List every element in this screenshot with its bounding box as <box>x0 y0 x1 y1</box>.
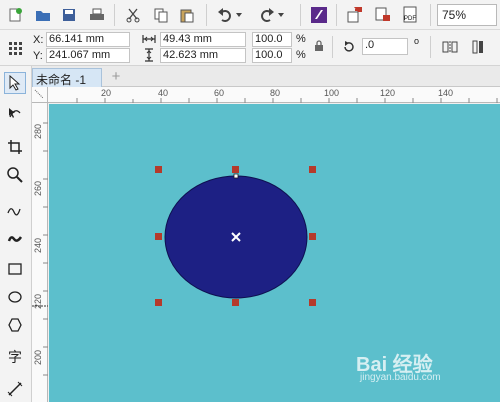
drawing-canvas[interactable]: Bai 经验 jingyan.baidu.com <box>49 104 500 402</box>
ruler-label: 140 <box>438 88 454 98</box>
ellipse-node[interactable] <box>233 173 239 179</box>
y-position-field[interactable]: 241.067 mm <box>46 48 130 63</box>
paste-icon[interactable] <box>176 4 198 26</box>
open-folder-icon[interactable] <box>32 4 54 26</box>
selection-handle[interactable] <box>155 299 162 306</box>
import-icon[interactable] <box>344 4 366 26</box>
svg-text:PDF: PDF <box>404 16 416 22</box>
height-icon <box>141 48 157 62</box>
document-tab[interactable]: 未命名 -1 <box>32 68 102 87</box>
rectangle-tool-icon[interactable] <box>4 258 26 280</box>
vertical-ruler[interactable]: 280 260 240 220 200 <box>32 103 48 402</box>
save-icon[interactable] <box>58 4 80 26</box>
ruler-label: 120 <box>380 88 396 98</box>
selection-handle[interactable] <box>309 233 316 240</box>
mirror-horizontal-icon[interactable] <box>440 38 460 56</box>
redo-dropdown-icon[interactable] <box>276 4 286 26</box>
redo-icon[interactable] <box>256 4 278 26</box>
crop-tool-icon[interactable] <box>4 136 26 158</box>
selection-handle[interactable] <box>155 233 162 240</box>
ruler-label: 260 <box>33 180 43 196</box>
mirror-vertical-icon[interactable] <box>468 38 488 56</box>
toolbox: 字 <box>0 66 32 402</box>
ruler-label: 100 <box>324 88 340 98</box>
print-icon[interactable] <box>86 4 108 26</box>
copy-icon[interactable] <box>150 4 172 26</box>
document-tab-bar: 未命名 -1 + <box>32 66 500 87</box>
add-tab-button[interactable]: + <box>108 69 124 85</box>
scale-x-percent: % <box>296 33 306 45</box>
ruler-label: 80 <box>270 88 281 98</box>
pick-tool-icon[interactable] <box>4 72 26 94</box>
svg-text:字: 字 <box>8 350 22 365</box>
text-tool-icon[interactable]: 字 <box>4 346 26 368</box>
cut-icon[interactable] <box>122 4 144 26</box>
ruler-label: 220 <box>33 293 43 309</box>
watermark: Bai 经验 jingyan.baidu.com <box>356 348 466 384</box>
ruler-label: 60 <box>214 88 225 98</box>
ruler-label: 240 <box>33 237 43 253</box>
dimension-tool-icon[interactable] <box>4 378 26 400</box>
horizontal-ruler[interactable]: 20 40 60 80 100 120 140 <box>48 87 500 103</box>
zoom-level-field[interactable]: 75% <box>437 4 497 26</box>
y-label: Y: <box>33 50 43 62</box>
selection-handle[interactable] <box>309 166 316 173</box>
undo-dropdown-icon[interactable] <box>234 4 244 26</box>
ruler-origin-corner[interactable] <box>32 87 48 103</box>
selection-handle[interactable] <box>155 166 162 173</box>
polygon-tool-icon[interactable] <box>4 314 26 336</box>
freehand-tool-icon[interactable] <box>4 200 26 222</box>
ruler-label: 200 <box>33 349 43 365</box>
new-document-icon[interactable] <box>4 4 26 26</box>
rotate-icon <box>340 38 358 56</box>
selection-handle[interactable] <box>232 299 239 306</box>
ruler-label: 20 <box>101 88 112 98</box>
scale-y-field[interactable]: 100.0 <box>252 48 292 63</box>
standard-toolbar: PDF 75% <box>0 0 500 30</box>
scale-x-field[interactable]: 100.0 <box>252 32 292 47</box>
publish-pdf-icon[interactable]: PDF <box>400 4 422 26</box>
watermark-url: jingyan.baidu.com <box>360 372 441 383</box>
undo-icon[interactable] <box>214 4 236 26</box>
object-origin-icon[interactable] <box>4 37 26 59</box>
selection-handle[interactable] <box>232 166 239 173</box>
scale-y-percent: % <box>296 49 306 61</box>
property-bar: X: 66.141 mm Y: 241.067 mm 49.43 mm 42.6… <box>0 30 500 66</box>
rotation-field[interactable]: .0 <box>362 38 408 55</box>
ruler-label: 40 <box>158 88 169 98</box>
artistic-media-tool-icon[interactable] <box>4 228 26 250</box>
app-launcher-icon[interactable] <box>308 4 330 26</box>
lock-ratio-icon[interactable] <box>312 39 326 53</box>
ruler-label: 280 <box>33 123 43 139</box>
degree-symbol: o <box>414 36 420 46</box>
zoom-tool-icon[interactable] <box>4 164 26 186</box>
ellipse-tool-icon[interactable] <box>4 286 26 308</box>
export-icon[interactable] <box>372 4 394 26</box>
width-field[interactable]: 49.43 mm <box>160 32 246 47</box>
selection-handle[interactable] <box>309 299 316 306</box>
shape-tool-icon[interactable] <box>4 102 26 124</box>
width-icon <box>141 32 157 46</box>
x-label: X: <box>33 34 44 46</box>
height-field[interactable]: 42.623 mm <box>160 48 246 63</box>
x-position-field[interactable]: 66.141 mm <box>46 32 130 47</box>
